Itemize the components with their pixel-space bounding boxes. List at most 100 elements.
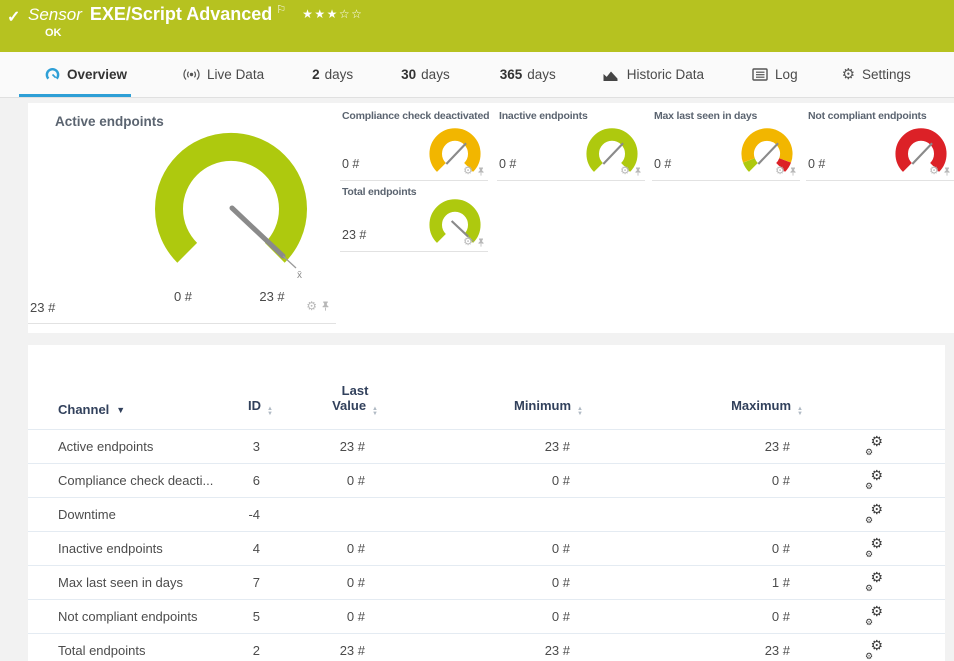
gauge-settings-icon[interactable]: ⚙ xyxy=(463,166,473,177)
tab-label: days xyxy=(527,67,556,82)
tab-overview[interactable]: Overview xyxy=(45,52,127,97)
channel-last-value: 0 # xyxy=(273,609,378,624)
pin-icon[interactable] xyxy=(943,166,951,177)
tab-bar: Overview Live Data 2 days 30 days 365 xyxy=(0,52,954,98)
gauge-settings-icon[interactable]: ⚙ xyxy=(463,237,473,248)
gauges-overview-section: Active endpoints x̄ 0 # 23 # 23 # ⚙ Comp… xyxy=(28,103,954,333)
channel-settings-icon[interactable]: ⚙⚙ xyxy=(863,507,885,523)
channel-id: 3 xyxy=(233,439,273,454)
pin-icon[interactable] xyxy=(477,166,485,177)
gear-icon: ⚙ xyxy=(842,67,855,82)
priority-stars[interactable]: ★★★☆☆ xyxy=(302,7,363,21)
tab-label: days xyxy=(421,67,450,82)
gauge-title: Compliance check deactivated xyxy=(342,110,489,122)
channel-maximum: 23 # xyxy=(583,643,803,658)
tab-historic-data[interactable]: Historic Data xyxy=(602,52,704,97)
channel-settings-icon[interactable]: ⚙⚙ xyxy=(863,439,885,455)
gauge-settings-icon[interactable]: ⚙ xyxy=(775,166,785,177)
channel-name: Active endpoints xyxy=(58,439,233,454)
active-endpoints-gauge: x̄ xyxy=(136,117,326,289)
table-row: Active endpoints 3 23 # 23 # 23 # ⚙⚙ xyxy=(28,430,945,464)
column-header-minimum[interactable]: Minimum ▲▼ xyxy=(378,398,583,417)
pin-icon[interactable] xyxy=(321,300,330,312)
sort-icon: ▲▼ xyxy=(267,407,273,417)
prtg-sensor-page: ✓ Sensor EXE/Script Advanced ⚐ ★★★☆☆ OK … xyxy=(0,0,954,661)
column-label: Maximum xyxy=(731,398,791,413)
gauge-settings-icon[interactable]: ⚙ xyxy=(620,166,630,177)
object-kind-label: Sensor xyxy=(28,5,82,25)
channel-settings-icon[interactable]: ⚙⚙ xyxy=(863,541,885,557)
column-header-last-value[interactable]: Last Value ▲▼ xyxy=(332,383,378,417)
channel-id: 7 xyxy=(233,575,273,590)
channels-table: Channel ▼ ID ▲▼ Last Value ▲▼ Minimum xyxy=(28,345,945,661)
table-row: Max last seen in days 7 0 # 0 # 1 # ⚙⚙ xyxy=(28,566,945,600)
channel-maximum: 0 # xyxy=(583,609,803,624)
channel-maximum: 23 # xyxy=(583,439,803,454)
table-row: Total endpoints 2 23 # 23 # 23 # ⚙⚙ xyxy=(28,634,945,661)
gauge-title: Max last seen in days xyxy=(654,110,757,122)
tab-settings[interactable]: ⚙ Settings xyxy=(842,52,911,97)
channel-minimum: 0 # xyxy=(378,609,583,624)
gauge-settings-icon[interactable]: ⚙ xyxy=(306,300,317,312)
channel-id: -4 xyxy=(233,507,273,522)
tab-30-days[interactable]: 30 days xyxy=(401,52,450,97)
pin-icon[interactable] xyxy=(634,166,642,177)
gauge-settings-icon[interactable]: ⚙ xyxy=(929,166,939,177)
ok-check-icon: ✓ xyxy=(7,7,20,27)
gauge-title: Inactive endpoints xyxy=(499,110,588,122)
column-label: Value xyxy=(332,398,366,413)
channel-name: Compliance check deacti... xyxy=(58,473,233,488)
pin-icon[interactable] xyxy=(789,166,797,177)
channel-id: 2 xyxy=(233,643,273,658)
channel-settings-icon[interactable]: ⚙⚙ xyxy=(863,609,885,625)
tab-label: days xyxy=(325,67,354,82)
channel-name: Inactive endpoints xyxy=(58,541,233,556)
channel-settings-icon[interactable]: ⚙⚙ xyxy=(863,643,885,659)
gauge-value: 0 # xyxy=(808,157,825,171)
status-badge: OK xyxy=(45,27,62,39)
column-label: Channel xyxy=(58,402,109,417)
channel-id: 4 xyxy=(233,541,273,556)
gauge-value: 23 # xyxy=(342,228,366,242)
tab-label: Log xyxy=(775,67,798,82)
column-label: ID xyxy=(248,398,261,413)
gauge-value: 0 # xyxy=(654,157,671,171)
channel-settings-icon[interactable]: ⚙⚙ xyxy=(863,473,885,489)
table-header-row: Channel ▼ ID ▲▼ Last Value ▲▼ Minimum xyxy=(28,345,945,430)
channel-id: 5 xyxy=(233,609,273,624)
channel-last-value: 23 # xyxy=(273,643,378,658)
tab-2-days[interactable]: 2 days xyxy=(312,52,353,97)
table-row: Compliance check deacti... 6 0 # 0 # 0 #… xyxy=(28,464,945,498)
channel-last-value: 0 # xyxy=(273,473,378,488)
tab-log[interactable]: Log xyxy=(752,52,798,97)
channel-name: Not compliant endpoints xyxy=(58,609,233,624)
column-label: Minimum xyxy=(514,398,571,413)
tab-label: Overview xyxy=(67,67,127,82)
column-header-channel[interactable]: Channel ▼ xyxy=(58,402,233,417)
column-header-maximum[interactable]: Maximum ▲▼ xyxy=(583,398,803,417)
gauge-panel-inactive-endpoints: Inactive endpoints 0 # ⚙ xyxy=(497,108,645,181)
gauge-panel-active-endpoints: Active endpoints x̄ 0 # 23 # 23 # ⚙ xyxy=(28,103,336,324)
tab-live-data[interactable]: Live Data xyxy=(183,52,264,97)
channel-minimum: 23 # xyxy=(378,643,583,658)
log-list-icon xyxy=(752,68,768,81)
channel-maximum: 0 # xyxy=(583,473,803,488)
gauge-value: 23 # xyxy=(30,300,55,315)
tab-number: 30 xyxy=(401,67,416,82)
gauge-panel-not-compliant: Not compliant endpoints 0 # ⚙ xyxy=(806,108,954,181)
column-header-id[interactable]: ID ▲▼ xyxy=(233,398,273,417)
channel-maximum: 1 # xyxy=(583,575,803,590)
gauge-value: 0 # xyxy=(342,157,359,171)
live-signal-icon xyxy=(183,68,200,81)
sensor-status-banner: ✓ Sensor EXE/Script Advanced ⚐ ★★★☆☆ OK xyxy=(0,0,954,52)
channel-last-value: 23 # xyxy=(273,439,378,454)
tab-label: Settings xyxy=(862,67,911,82)
tab-label: Historic Data xyxy=(627,67,704,82)
channel-name: Downtime xyxy=(58,507,233,522)
area-chart-icon xyxy=(602,68,620,82)
pin-icon[interactable] xyxy=(477,237,485,248)
gauge-min-label: 0 # xyxy=(158,289,208,304)
channel-settings-icon[interactable]: ⚙⚙ xyxy=(863,575,885,591)
gauge-icon xyxy=(45,67,60,82)
tab-365-days[interactable]: 365 days xyxy=(500,52,556,97)
